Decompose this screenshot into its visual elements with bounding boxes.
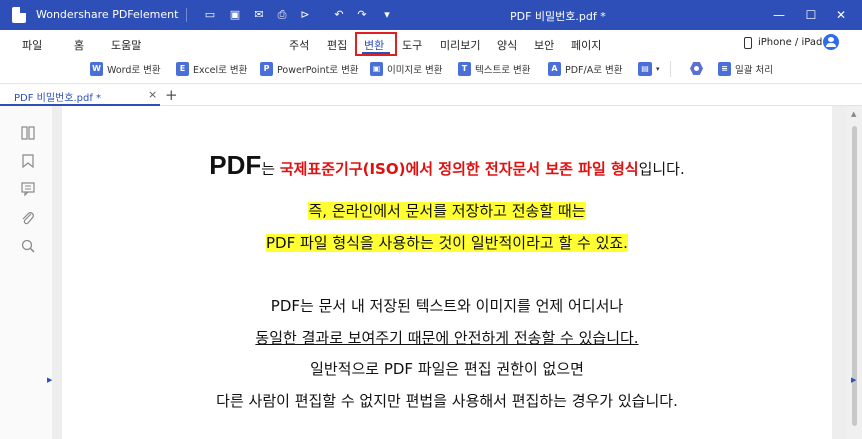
user-avatar-icon[interactable] [823, 34, 839, 50]
mail-icon[interactable]: ✉ [252, 8, 266, 22]
menu-page[interactable]: 페이지 [571, 37, 601, 53]
doc-line-6: 일반적으로 PDF 파일은 편집 권한이 없으면 [310, 360, 584, 378]
pdfelement-logo-icon [12, 7, 26, 23]
document-tab-bar: PDF 비밀번호.pdf * × + [0, 84, 862, 106]
document-viewer: PDF는 국제표준기구(ISO)에서 정의한 전자문서 보존 파일 형식입니다.… [52, 106, 847, 439]
menu-bar: 파일 홈 도움말 주석 편집 변환 도구 미리보기 양식 보안 페이지 [0, 30, 862, 56]
convert-to-excel-button[interactable]: E Excel로 변환 [176, 62, 247, 78]
expand-right-panel-icon[interactable]: ▶ [851, 376, 856, 384]
window-doc-title: PDF 비밀번호.pdf * [510, 10, 606, 23]
customize-dropdown-icon[interactable]: ▾ [380, 8, 394, 22]
minimize-icon[interactable]: — [770, 6, 788, 24]
search-icon[interactable] [20, 238, 36, 254]
maximize-icon[interactable]: ☐ [802, 6, 820, 24]
menu-help[interactable]: 도움말 [111, 37, 141, 53]
print-icon[interactable]: ⎙ [275, 8, 289, 22]
close-icon[interactable]: ✕ [832, 6, 850, 24]
image-icon: ▣ [370, 62, 383, 76]
convert-to-text-button[interactable]: T 텍스트로 변환 [458, 62, 530, 78]
redo-icon[interactable]: ↷ [355, 8, 369, 22]
pdfa-icon: A [548, 62, 561, 76]
menu-tools[interactable]: 도구 [402, 37, 422, 53]
menu-form[interactable]: 양식 [497, 37, 517, 53]
bookmark-icon[interactable] [20, 153, 36, 169]
more-formats-icon: ▤ [638, 62, 652, 76]
text-icon: T [458, 62, 471, 76]
doc-line-2: 즉, 온라인에서 문서를 저장하고 전송할 때는 [308, 202, 586, 220]
chevron-down-icon: ▾ [656, 65, 660, 73]
doc-line-5: 동일한 결과로 보여주기 때문에 안전하게 전송할 수 있습니다. [255, 329, 639, 347]
convert-to-powerpoint-button[interactable]: P PowerPoint로 변환 [260, 62, 359, 78]
convert-to-image-button[interactable]: ▣ 이미지로 변환 [370, 62, 442, 78]
convert-to-pdfa-button[interactable]: A PDF/A로 변환 [548, 62, 622, 78]
title-divider [186, 8, 187, 22]
toolbar-divider [670, 61, 671, 77]
more-convert-dropdown[interactable]: ▤ ▾ [638, 62, 660, 78]
excel-icon: E [176, 62, 189, 76]
doc-line-3: PDF 파일 형식을 사용하는 것이 일반적이라고 할 수 있죠. [266, 234, 628, 252]
convert-to-word-button[interactable]: W Word로 변환 [90, 62, 161, 78]
open-folder-icon[interactable]: ▭ [203, 8, 217, 22]
title-bar: Wondershare PDFelement ▭ ▣ ✉ ⎙ ⊳ ↶ ↷ ▾ P… [0, 0, 862, 30]
close-tab-icon[interactable]: × [148, 88, 157, 101]
comment-icon[interactable] [20, 181, 36, 197]
doc-line-1: PDF는 국제표준기구(ISO)에서 정의한 전자문서 보존 파일 형식입니다. [209, 150, 685, 180]
new-tab-icon[interactable]: + [165, 86, 178, 104]
menu-comment[interactable]: 주석 [289, 37, 309, 53]
vertical-scrollbar[interactable]: ▲ [847, 106, 862, 439]
document-tab-label: PDF 비밀번호.pdf * [14, 93, 102, 104]
undo-icon[interactable]: ↶ [332, 8, 346, 22]
thumbnails-icon[interactable] [20, 125, 36, 141]
left-sidebar [0, 106, 52, 439]
iphone-ipad-link[interactable]: iPhone / iPad [758, 37, 822, 48]
doc-line-7: 다른 사람이 편집할 수 없지만 편법을 사용해서 편집하는 경우가 있습니다. [216, 392, 678, 410]
scroll-up-icon[interactable]: ▲ [851, 110, 856, 118]
pdf-page: PDF는 국제표준기구(ISO)에서 정의한 전자문서 보존 파일 형식입니다.… [62, 106, 832, 439]
batch-icon: ≡ [718, 62, 731, 76]
document-tab[interactable]: PDF 비밀번호.pdf * × [0, 84, 160, 106]
share-icon[interactable]: ⊳ [298, 8, 312, 22]
menu-preview[interactable]: 미리보기 [440, 37, 480, 53]
word-icon: W [90, 62, 103, 76]
convert-toolbar: W Word로 변환 E Excel로 변환 P PowerPoint로 변환 ▣ 이미… [0, 56, 862, 84]
save-icon[interactable]: ▣ [228, 8, 242, 22]
menu-edit[interactable]: 편집 [327, 37, 347, 53]
highlight-box [355, 32, 397, 56]
menu-home[interactable]: 홈 [74, 37, 84, 53]
mobile-device-icon[interactable] [744, 37, 752, 49]
menu-security[interactable]: 보안 [534, 37, 554, 53]
powerpoint-icon: P [260, 62, 273, 76]
attachment-icon[interactable] [20, 210, 36, 226]
menu-file[interactable]: 파일 [22, 37, 42, 53]
batch-process-button[interactable]: ≡ 일괄 처리 [718, 62, 773, 78]
app-name: Wondershare PDFelement [36, 8, 179, 21]
doc-line-4: PDF는 문서 내 저장된 텍스트와 이미지를 언제 어디서나 [270, 297, 624, 315]
